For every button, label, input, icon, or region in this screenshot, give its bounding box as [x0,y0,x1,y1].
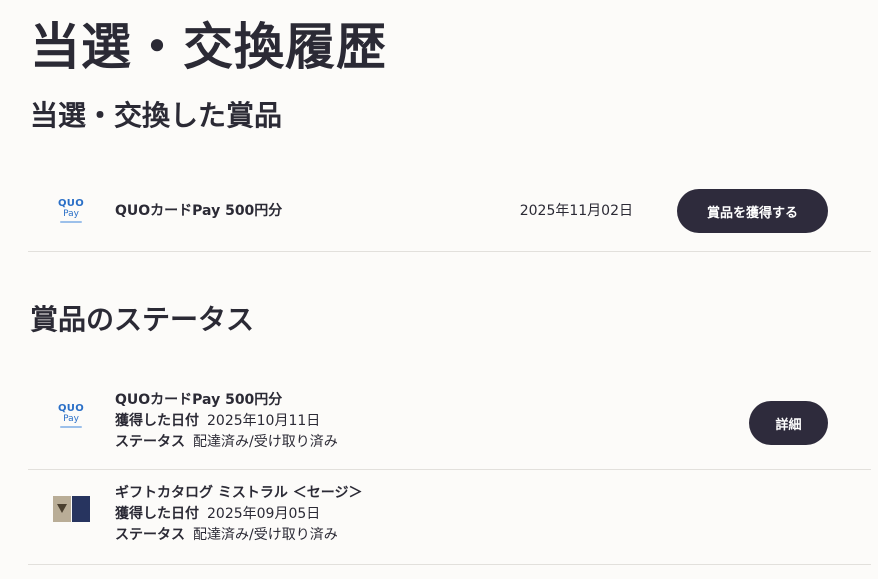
status-value: 配達済み/受け取り済み [193,527,338,543]
status-section-title: 賞品のステータス [30,303,255,336]
quo-card-pay-logo-icon: QUO Pay [52,195,90,227]
status-item-name: QUOカードPay 500円分 [115,392,283,408]
prize-row: QUO Pay QUOカードPay 500円分 2025年11月02日 賞品を獲… [28,168,871,252]
prize-history-page: 当選・交換履歴 当選・交換した賞品 QUO Pay QUOカードPay 500円… [0,0,878,579]
claim-prize-button[interactable]: 賞品を獲得する [677,189,828,233]
status-item-name: ギフトカタログ ミストラル ＜セージ＞ [115,485,363,501]
status-row: QUO Pay QUOカードPay 500円分 獲得した日付 2025年10月11… [28,378,871,470]
acquired-date-value: 2025年09月05日 [207,506,321,522]
status-details: QUOカードPay 500円分 獲得した日付 2025年10月11日 ステータス配… [115,390,338,453]
status-label: ステータス [115,527,185,543]
page-title: 当選・交換履歴 [30,18,387,76]
details-button[interactable]: 詳細 [749,401,828,445]
gift-catalog-thumbnail-icon [52,493,90,525]
status-details: ギフトカタログ ミストラル ＜セージ＞ 獲得した日付 2025年09月05日 ステ… [115,483,362,546]
status-row: ギフトカタログ ミストラル ＜セージ＞ 獲得した日付 2025年09月05日 ステ… [28,470,871,565]
prize-name: QUOカードPay 500円分 [115,203,283,219]
prize-date: 2025年11月02日 [519,203,633,219]
status-value: 配達済み/受け取り済み [193,434,338,450]
status-label: ステータス [115,434,185,450]
acquired-date-value: 2025年10月11日 [207,413,321,429]
prizes-section-title: 当選・交換した賞品 [30,99,283,132]
quo-card-pay-logo-icon: QUO Pay [52,400,90,432]
acquired-date-label: 獲得した日付 [115,413,199,429]
acquired-date-label: 獲得した日付 [115,506,199,522]
